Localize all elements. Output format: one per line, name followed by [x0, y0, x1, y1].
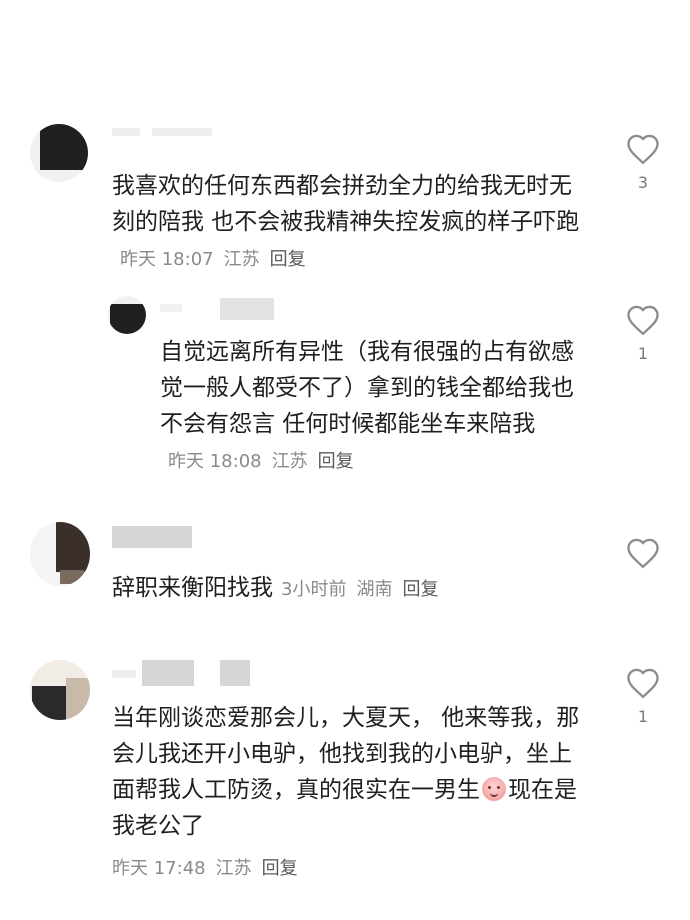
nickname-redacted[interactable]: [112, 122, 232, 144]
like-button[interactable]: 3: [623, 133, 663, 192]
comment-time: 昨天 17:48: [112, 858, 206, 879]
comment-text: 辞职来衡阳找我 3小时前 湖南 回复: [112, 570, 582, 608]
comment-time: 昨天 18:08: [168, 451, 262, 472]
comment-meta: 昨天 18:08 江苏 回复: [168, 451, 364, 472]
crying-face-emoji: [482, 777, 506, 801]
heart-outline-icon: [627, 134, 659, 165]
comment-location: 江苏: [271, 451, 308, 472]
comment-location: 江苏: [215, 858, 252, 879]
comment-time: 昨天 18:07: [120, 249, 214, 270]
like-button[interactable]: [623, 537, 663, 569]
avatar[interactable]: [30, 124, 88, 182]
nickname-redacted[interactable]: [160, 298, 280, 320]
avatar[interactable]: [108, 296, 146, 334]
like-button[interactable]: 1: [623, 667, 663, 726]
heart-outline-icon: [627, 305, 659, 336]
nickname-redacted[interactable]: [112, 526, 232, 548]
comment-location: 江苏: [223, 249, 260, 270]
comment-text: 自觉远离所有异性（我有很强的占有欲感觉一般人都受不了）拿到的钱全都给我也不会有怨…: [160, 334, 590, 480]
comment-body: 自觉远离所有异性（我有很强的占有欲感觉一般人都受不了）拿到的钱全都给我也不会有怨…: [160, 339, 574, 437]
comment-meta: 3小时前 湖南 回复: [281, 579, 448, 600]
comment-meta: 昨天 18:07 江苏 回复: [120, 249, 316, 270]
like-count: 1: [637, 344, 649, 363]
heart-outline-icon: [627, 538, 659, 569]
avatar[interactable]: [30, 660, 90, 720]
avatar[interactable]: [30, 522, 90, 586]
comment-text: 当年刚谈恋爱那会儿，大夏天， 他来等我，那会儿我还开小电驴，他找到我的小电驴，坐…: [112, 700, 582, 844]
reply-button[interactable]: 回复: [318, 451, 354, 472]
comment-text: 我喜欢的任何东西都会拼劲全力的给我无时无刻的陪我 也不会被我精神失控发疯的样子吓…: [112, 168, 582, 278]
comment-body: 我喜欢的任何东西都会拼劲全力的给我无时无刻的陪我 也不会被我精神失控发疯的样子吓…: [112, 173, 580, 235]
comment-meta: 昨天 17:48 江苏 回复: [112, 854, 308, 880]
reply-button[interactable]: 回复: [262, 858, 298, 879]
reply-button[interactable]: 回复: [402, 579, 438, 600]
nickname-redacted[interactable]: [112, 660, 272, 686]
comment-body: 辞职来衡阳找我: [112, 575, 273, 601]
comment-time: 3小时前: [281, 579, 347, 600]
reply-button[interactable]: 回复: [270, 249, 306, 270]
like-count: 1: [637, 707, 649, 726]
like-button[interactable]: 1: [623, 304, 663, 363]
heart-outline-icon: [627, 668, 659, 699]
like-count: 3: [637, 173, 649, 192]
comment-location: 湖南: [356, 579, 393, 600]
